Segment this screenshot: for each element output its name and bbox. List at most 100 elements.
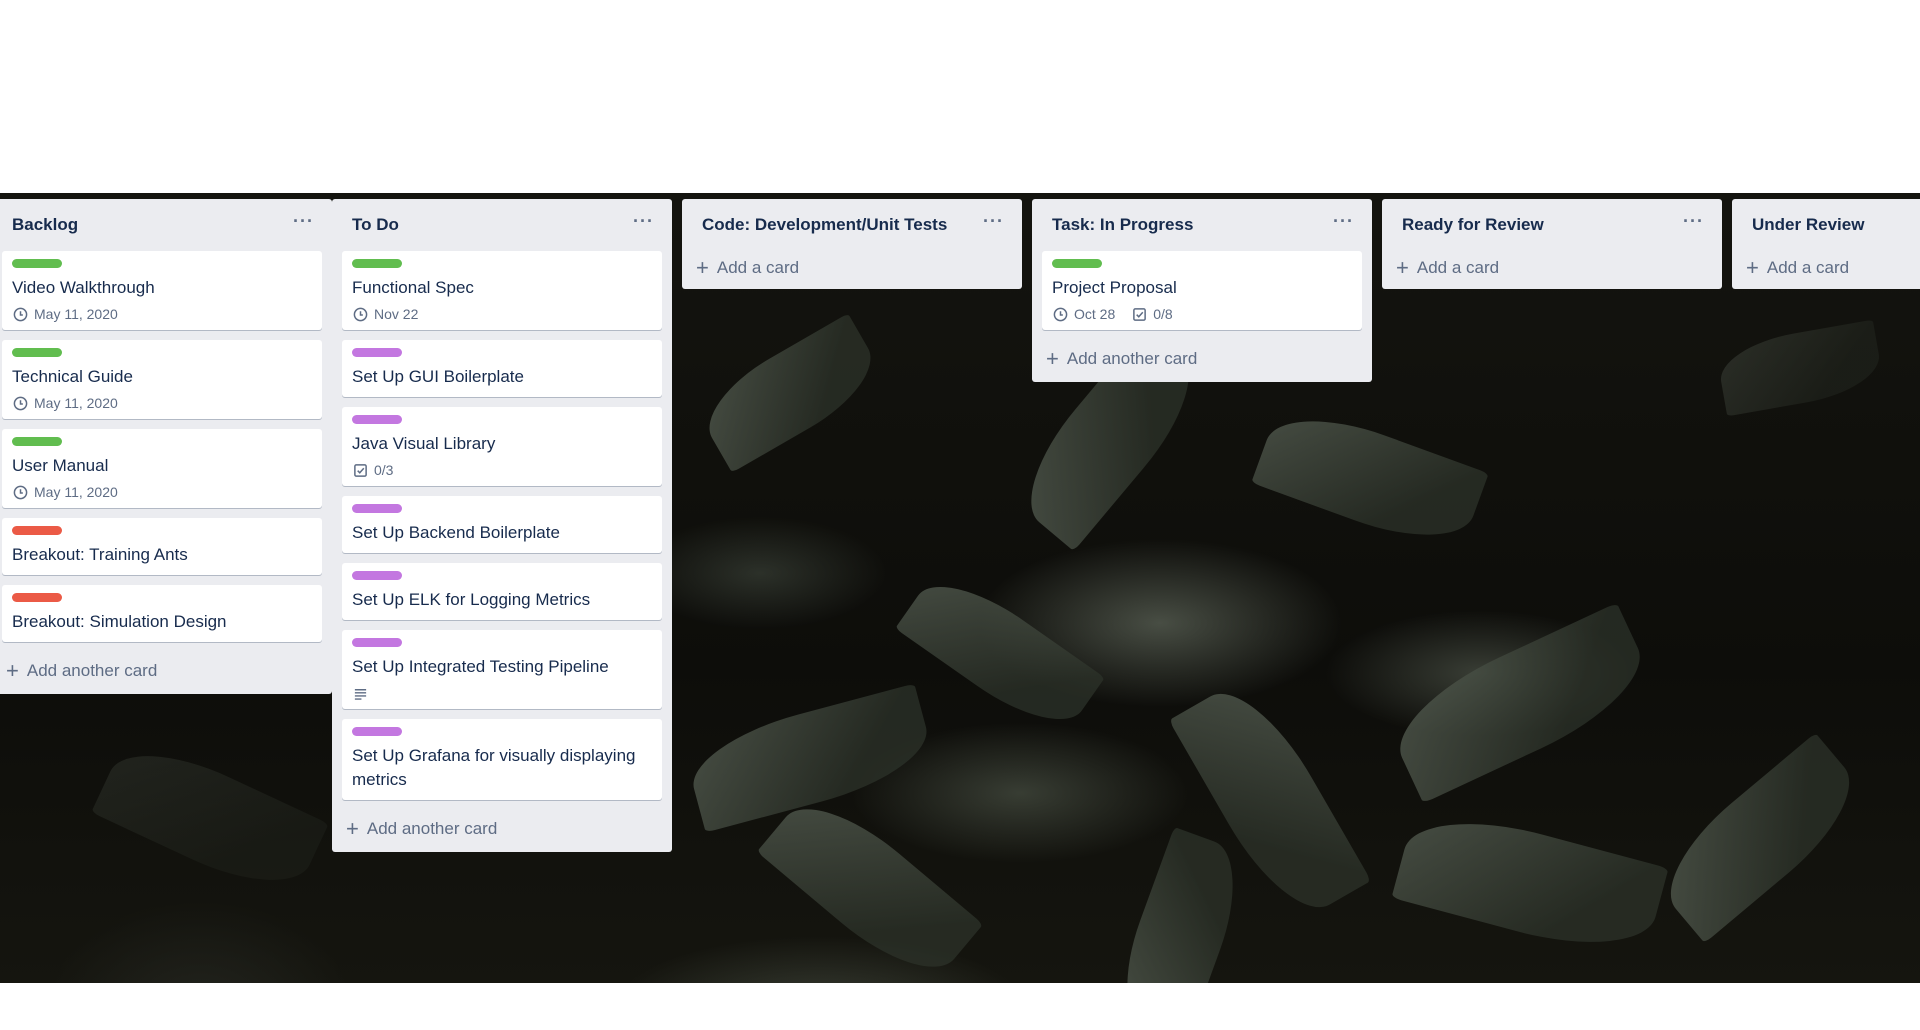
checklist-text: 0/8 (1153, 306, 1173, 322)
card-badges: 0/3 (352, 462, 652, 478)
card-title: Functional Spec (352, 278, 474, 297)
label-green[interactable] (12, 437, 62, 446)
list-backlog: Backlog ··· Video Walkthrough May 11, 20… (0, 199, 332, 694)
card[interactable]: Set Up Backend Boilerplate (342, 496, 662, 553)
list-title[interactable]: Task: In Progress (1052, 215, 1193, 235)
plus-icon: + (1046, 346, 1059, 371)
list-header: Code: Development/Unit Tests ··· (692, 199, 1012, 251)
card-badges: May 11, 2020 (12, 484, 312, 500)
checklist-badge[interactable]: 0/8 (1131, 306, 1173, 322)
label-green[interactable] (12, 259, 62, 268)
clock-icon (352, 306, 368, 322)
add-card-button[interactable]: + Add a card (692, 247, 1012, 289)
due-date-badge[interactable]: Nov 22 (352, 306, 418, 322)
label-green[interactable] (1052, 259, 1102, 268)
card[interactable]: Set Up GUI Boilerplate (342, 340, 662, 397)
list-title[interactable]: To Do (352, 215, 399, 235)
checklist-badge[interactable]: 0/3 (352, 462, 393, 478)
add-card-button[interactable]: + Add another card (342, 806, 662, 852)
add-card-label: Add another card (366, 819, 498, 838)
card-title: Breakout: Training Ants (12, 545, 188, 564)
clock-icon (12, 484, 28, 500)
due-date-text: Nov 22 (374, 306, 419, 322)
card-title: Breakout: Simulation Design (12, 612, 227, 631)
checklist-text: 0/3 (374, 462, 394, 478)
card-title: Project Proposal (1052, 278, 1177, 297)
plus-icon: + (1746, 255, 1759, 280)
card[interactable]: Set Up ELK for Logging Metrics (342, 563, 662, 620)
card-badges: Oct 28 0/8 (1052, 306, 1352, 322)
label-red[interactable] (12, 526, 62, 535)
list-header: To Do ··· (342, 199, 662, 251)
list-title[interactable]: Ready for Review (1402, 215, 1544, 235)
more-icon[interactable]: ··· (1333, 211, 1360, 240)
checklist-icon (352, 462, 368, 478)
add-card-button[interactable]: + Add a card (1392, 247, 1712, 289)
card-title: User Manual (12, 456, 109, 475)
card[interactable]: Breakout: Training Ants (2, 518, 322, 575)
background-leaf (1715, 319, 1885, 417)
list-title[interactable]: Under Review (1752, 215, 1864, 235)
card[interactable]: User Manual May 11, 2020 (2, 429, 322, 508)
due-date-badge[interactable]: May 11, 2020 (12, 306, 118, 322)
due-date-badge[interactable]: Oct 28 (1052, 306, 1115, 322)
bottom-blank-area (0, 983, 1920, 1030)
card-title: Set Up ELK for Logging Metrics (352, 590, 591, 609)
label-purple[interactable] (352, 348, 402, 357)
label-red[interactable] (12, 593, 62, 602)
card[interactable]: Java Visual Library 0/3 (342, 407, 662, 486)
card[interactable]: Video Walkthrough May 11, 2020 (2, 251, 322, 330)
card[interactable]: Technical Guide May 11, 2020 (2, 340, 322, 419)
more-icon[interactable]: ··· (633, 211, 660, 240)
card[interactable]: Functional Spec Nov 22 (342, 251, 662, 330)
label-purple[interactable] (352, 571, 402, 580)
background-leaf (692, 313, 888, 473)
more-icon[interactable]: ··· (1683, 211, 1710, 240)
card-title: Video Walkthrough (12, 278, 155, 297)
list-header: Ready for Review ··· (1392, 199, 1712, 251)
list-task-in-progress: Task: In Progress ··· Project Proposal O… (1032, 199, 1372, 382)
card-title: Java Visual Library (352, 434, 496, 453)
add-card-label: Add a card (1416, 258, 1500, 277)
background-leaf (1391, 801, 1669, 965)
card[interactable]: Breakout: Simulation Design (2, 585, 322, 642)
due-date-badge[interactable]: May 11, 2020 (12, 395, 118, 411)
top-blank-area (0, 0, 1920, 193)
label-purple[interactable] (352, 504, 402, 513)
due-date-text: May 11, 2020 (34, 395, 118, 411)
card-title: Set Up Backend Boilerplate (352, 523, 560, 542)
background-leaf (1381, 602, 1659, 804)
add-card-label: Add a card (1766, 258, 1850, 277)
list-title[interactable]: Backlog (12, 215, 78, 235)
clock-icon (1052, 306, 1068, 322)
label-green[interactable] (352, 259, 402, 268)
background-leaf (895, 562, 1105, 744)
label-purple[interactable] (352, 727, 402, 736)
card-title: Technical Guide (12, 367, 133, 386)
label-purple[interactable] (352, 638, 402, 647)
add-card-button[interactable]: + Add a card (1742, 247, 1920, 289)
list-header: Task: In Progress ··· (1042, 199, 1362, 251)
plus-icon: + (346, 816, 359, 841)
card-title: Set Up GUI Boilerplate (352, 367, 524, 386)
checklist-icon (1131, 306, 1147, 322)
background-leaf (91, 730, 329, 906)
card[interactable]: Project Proposal Oct 28 0/8 (1042, 251, 1362, 330)
more-icon[interactable]: ··· (983, 211, 1010, 240)
due-date-badge[interactable]: May 11, 2020 (12, 484, 118, 500)
add-card-button[interactable]: + Add another card (2, 648, 322, 694)
more-icon[interactable]: ··· (293, 211, 320, 240)
card[interactable]: Set Up Integrated Testing Pipeline (342, 630, 662, 709)
label-green[interactable] (12, 348, 62, 357)
list-under-review: Under Review + Add a card (1732, 199, 1920, 289)
list-title[interactable]: Code: Development/Unit Tests (702, 215, 947, 235)
card-badges: May 11, 2020 (12, 306, 312, 322)
add-card-button[interactable]: + Add another card (1042, 336, 1362, 382)
background-leaf (1105, 826, 1255, 983)
card[interactable]: Set Up Grafana for visually displaying m… (342, 719, 662, 800)
background-leaf (756, 782, 984, 983)
label-purple[interactable] (352, 415, 402, 424)
card-badges: Nov 22 (352, 306, 652, 322)
plus-icon: + (696, 255, 709, 280)
list-ready-for-review: Ready for Review ··· + Add a card (1382, 199, 1722, 289)
